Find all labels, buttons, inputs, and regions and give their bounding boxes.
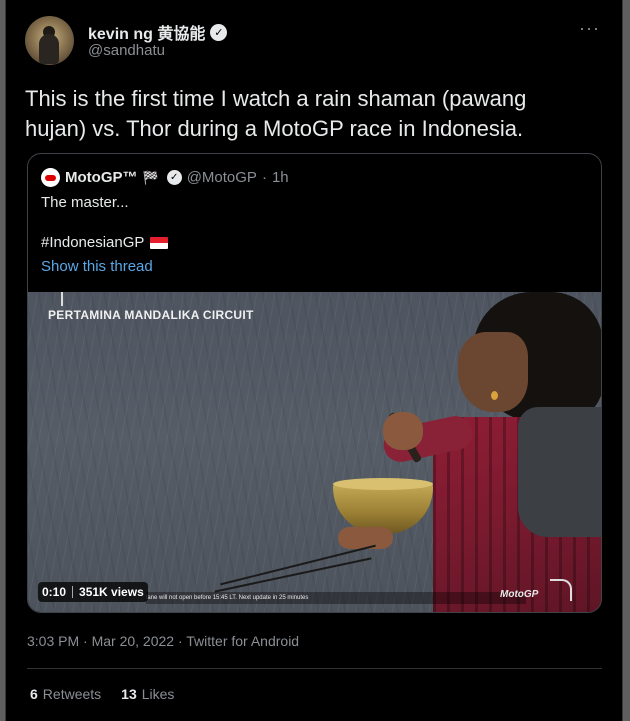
quoted-separator: · [261,169,267,186]
likes-label: Likes [141,686,175,702]
tweet-card: kevin ng 黄協能 ✓ @sandhatu ··· This is the… [5,0,623,721]
author-display-name[interactable]: kevin ng 黄協能 [88,20,205,44]
tweet-timestamp[interactable]: 3:03 PM · Mar 20, 2022 · Twitter for And… [27,633,299,649]
video-views: 351K views [79,585,144,599]
author-name-row: kevin ng 黄協能 ✓ [88,20,228,44]
checkered-flag-icon: 🏁 [142,169,159,185]
retweets-label: Retweets [42,686,102,702]
overlay-tick [61,292,63,306]
quoted-tweet[interactable]: MotoGP™ 🏁 ✓ @MotoGP · 1h The master... #… [27,153,602,613]
verified-badge-icon: ✓ [210,23,228,41]
singing-bowl-rim [333,478,433,490]
more-options-icon[interactable]: ··· [579,18,600,39]
author-handle[interactable]: @sandhatu [88,42,165,59]
divider [27,668,602,669]
indonesia-flag-icon [150,236,169,249]
video-player[interactable]: PERTAMINA MANDALIKA CIRCUIT lane will no… [28,292,601,612]
hand-shape [383,412,423,450]
quoted-verified-icon: ✓ [166,170,182,185]
quoted-display-name: MotoGP™ [65,169,138,186]
author-avatar[interactable] [25,16,74,65]
quoted-handle: @MotoGP [186,169,257,186]
retweets-stat[interactable]: 6 Retweets [30,686,101,702]
quoted-header: MotoGP™ 🏁 ✓ @MotoGP · 1h [41,168,289,187]
engagement-stats: 6 Retweets 13 Likes [30,686,174,702]
video-watermark: MotoGP [500,589,539,600]
quoted-hashtag-row: #IndonesianGP [41,234,169,251]
lower-hand-shape [338,527,393,549]
scarf-shape [518,407,601,537]
quoted-time: 1h [271,169,289,186]
quoted-text: The master... [41,194,129,211]
video-overlay-title: PERTAMINA MANDALIKA CIRCUIT [48,308,254,322]
badge-divider [72,586,74,598]
video-duration: 0:10 [42,585,67,599]
earring-shape [491,391,498,400]
quoted-hashtag[interactable]: #IndonesianGP [41,234,144,251]
tweet-text: This is the first time I watch a rain sh… [25,86,527,141]
motogp-logo-icon [41,168,60,187]
video-ticker: lane will not open before 15:45 LT. Next… [146,592,526,604]
likes-count: 13 [121,686,137,702]
avatar-figure-shape [39,34,59,64]
watermark-mark-icon [550,579,572,601]
likes-stat[interactable]: 13 Likes [121,686,174,702]
video-stats-badge: 0:10 351K views [38,582,148,602]
show-thread-link[interactable]: Show this thread [41,258,153,275]
woman-face-shape [458,332,528,412]
retweets-count: 6 [30,686,38,702]
